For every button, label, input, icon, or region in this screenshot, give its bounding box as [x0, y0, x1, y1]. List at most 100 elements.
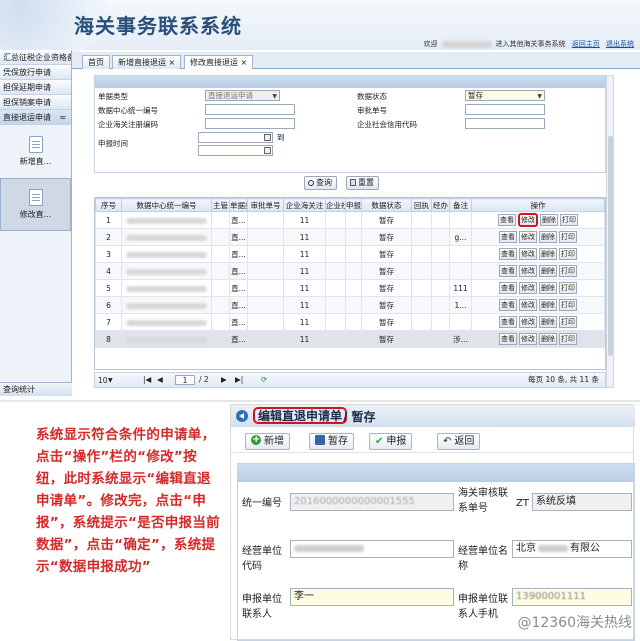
- sidebar-item-guarantee-extension[interactable]: 担保延期申请: [0, 80, 71, 95]
- save-button[interactable]: 暂存: [309, 433, 354, 450]
- table-row[interactable]: 7直...11暂存查看修改删除打印: [96, 314, 605, 331]
- doc-type-select[interactable]: 直接退运申请▼: [205, 90, 280, 101]
- table-row[interactable]: 4直...11暂存查看修改删除打印: [96, 263, 605, 280]
- table-cell: [346, 297, 362, 314]
- print-button[interactable]: 打印: [560, 214, 578, 226]
- unified-no-input[interactable]: [205, 104, 295, 115]
- table-cell: 暂存: [362, 246, 412, 263]
- approve-no-field[interactable]: 系统反填: [532, 493, 632, 511]
- declare-button[interactable]: ✔申报: [369, 433, 412, 450]
- view-button[interactable]: 查看: [499, 333, 517, 345]
- prev-page-icon[interactable]: ◀: [157, 373, 163, 387]
- edit-button[interactable]: 修改: [519, 282, 537, 294]
- last-page-icon[interactable]: ▶|: [235, 373, 243, 387]
- table-cell: [122, 280, 212, 297]
- view-button[interactable]: 查看: [499, 231, 517, 243]
- status-label: 数据状态: [357, 91, 387, 102]
- delete-button[interactable]: 删除: [539, 333, 557, 345]
- reset-button[interactable]: 重置: [346, 176, 379, 190]
- table-row[interactable]: 3直...11暂存查看修改删除打印: [96, 246, 605, 263]
- delete-button[interactable]: 删除: [539, 316, 557, 328]
- query-button[interactable]: 查询: [304, 176, 337, 190]
- apply-time-start[interactable]: [198, 132, 273, 143]
- tab-home[interactable]: 首页: [82, 55, 110, 69]
- edit-button[interactable]: 修改: [519, 316, 537, 328]
- apply-time-end[interactable]: [198, 145, 273, 156]
- close-icon[interactable]: ×: [241, 58, 248, 67]
- phone-field[interactable]: 13900001111: [512, 588, 632, 606]
- print-button[interactable]: 打印: [559, 299, 577, 311]
- refresh-icon[interactable]: ⟳: [261, 373, 267, 387]
- op-name-field[interactable]: 北京有限公: [512, 540, 632, 558]
- sidebar-item-guarantee-release[interactable]: 凭保放行申请: [0, 65, 71, 80]
- tab-edit-direct-return[interactable]: 修改直接退运 ×: [184, 55, 253, 69]
- print-button[interactable]: 打印: [559, 282, 577, 294]
- print-button[interactable]: 打印: [559, 265, 577, 277]
- sidebar-sub-add[interactable]: 新增直...: [0, 125, 71, 178]
- sidebar-item-summary-tax[interactable]: 汇总征税企业资格备: [0, 50, 71, 65]
- page-input[interactable]: 1: [175, 375, 195, 385]
- calendar-icon[interactable]: [264, 134, 271, 141]
- scrollbar-thumb[interactable]: [608, 136, 613, 356]
- table-cell: [212, 263, 230, 280]
- calendar-icon[interactable]: [264, 147, 271, 154]
- print-button[interactable]: 打印: [559, 231, 577, 243]
- approve-no-label: 海关审核联系单号: [458, 486, 514, 516]
- view-button[interactable]: 查看: [499, 265, 517, 277]
- credit-code-input[interactable]: [465, 118, 545, 129]
- op-code-field[interactable]: [290, 540, 454, 558]
- next-page-icon[interactable]: ▶: [221, 373, 227, 387]
- sidebar-item-query-stats[interactable]: 查询统计: [0, 382, 72, 396]
- delete-button[interactable]: 删除: [539, 299, 557, 311]
- view-button[interactable]: 查看: [499, 248, 517, 260]
- ops-cell: 查看修改删除打印: [472, 263, 605, 280]
- delete-button[interactable]: 删除: [539, 282, 557, 294]
- view-button[interactable]: 查看: [499, 299, 517, 311]
- edit-button[interactable]: 修改: [519, 231, 537, 243]
- view-button[interactable]: 查看: [498, 214, 516, 226]
- edit-button[interactable]: 修改: [519, 265, 537, 277]
- close-icon[interactable]: ×: [169, 58, 176, 67]
- table-row[interactable]: 2直...11暂存g...查看修改删除打印: [96, 229, 605, 246]
- unified-no-value: 2016000000000001555: [294, 496, 415, 507]
- logout-link[interactable]: 退出系统: [606, 40, 634, 48]
- table-row[interactable]: 5直...11暂存111查看修改删除打印: [96, 280, 605, 297]
- table-cell: 1: [96, 212, 122, 229]
- ops-cell: 查看修改删除打印: [472, 229, 605, 246]
- status-select[interactable]: 暂存▼: [465, 90, 545, 101]
- approve-no-input[interactable]: [465, 104, 545, 115]
- edit-button[interactable]: 修改: [519, 333, 537, 345]
- print-button[interactable]: 打印: [559, 333, 577, 345]
- delete-button[interactable]: 删除: [539, 231, 557, 243]
- collapse-icon[interactable]: ≈: [60, 113, 67, 122]
- first-page-icon[interactable]: |◀: [143, 373, 151, 387]
- back-button[interactable]: ↶返回: [437, 433, 480, 450]
- query-label: 查询: [316, 178, 332, 187]
- column-header: 主管: [212, 199, 230, 212]
- view-button[interactable]: 查看: [499, 316, 517, 328]
- tab-add-direct-return[interactable]: 新增直接退运 ×: [112, 55, 181, 69]
- sidebar: 汇总征税企业资格备 凭保放行申请 担保延期申请 担保销案申请 直接退运申请 ≈ …: [0, 50, 72, 396]
- print-button[interactable]: 打印: [559, 316, 577, 328]
- approve-no-value: 系统反填: [536, 496, 576, 507]
- edit-button[interactable]: 修改: [519, 299, 537, 311]
- delete-button[interactable]: 删除: [539, 265, 557, 277]
- edit-button[interactable]: 修改: [518, 213, 538, 227]
- vertical-scrollbar[interactable]: [606, 75, 614, 388]
- contact-field[interactable]: 李一: [290, 588, 454, 606]
- table-row[interactable]: 8直...11暂存涉...查看修改删除打印: [96, 331, 605, 348]
- delete-button[interactable]: 删除: [540, 214, 558, 226]
- edit-button[interactable]: 修改: [519, 248, 537, 260]
- table-row[interactable]: 1直...11暂存查看修改删除打印: [96, 212, 605, 229]
- table-row[interactable]: 6直...11暂存1...查看修改删除打印: [96, 297, 605, 314]
- view-button[interactable]: 查看: [499, 282, 517, 294]
- add-button[interactable]: 新增: [245, 433, 290, 450]
- reg-code-input[interactable]: [205, 118, 295, 129]
- print-button[interactable]: 打印: [559, 248, 577, 260]
- sidebar-item-direct-return[interactable]: 直接退运申请 ≈: [0, 110, 71, 125]
- sidebar-sub-edit[interactable]: 修改直...: [0, 178, 71, 231]
- sidebar-item-guarantee-cancel[interactable]: 担保销案申请: [0, 95, 71, 110]
- home-link[interactable]: 返回主页: [572, 40, 600, 48]
- delete-button[interactable]: 删除: [539, 248, 557, 260]
- unified-no-field[interactable]: 2016000000000001555: [290, 493, 454, 511]
